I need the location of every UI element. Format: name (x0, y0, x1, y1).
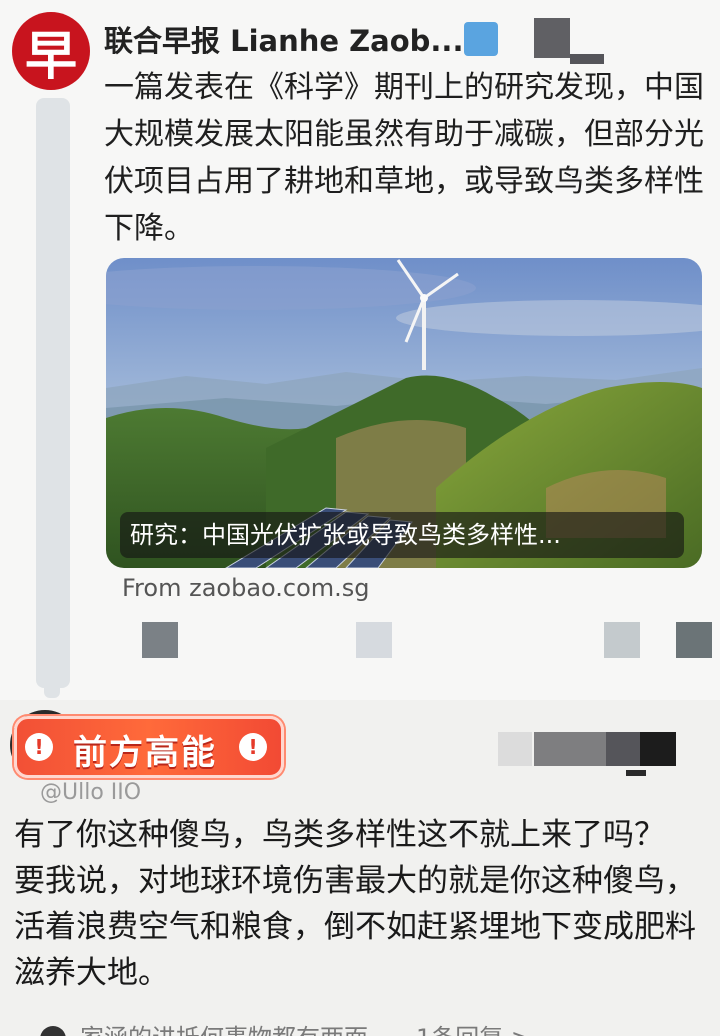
reply-footer[interactable]: 家涵的进抵何事物都有两面，__1条回复 > (40, 1018, 531, 1036)
like-icon[interactable] (604, 622, 640, 658)
author-name[interactable]: 联合早报 Lianhe Zaob... (104, 18, 463, 60)
verified-icon (464, 22, 498, 56)
highlight-badge: ! 前方高能 ! (14, 716, 284, 778)
reply-handle: @Ullo IIO (40, 780, 142, 805)
share-icon[interactable] (676, 622, 712, 658)
repost-icon[interactable] (356, 622, 392, 658)
redacted-block (606, 732, 640, 766)
reply-text: 有了你这种傻鸟，鸟类多样性这不就上来了吗？ 要我说，对地球环境伤害最大的就是你这… (14, 817, 696, 991)
footer-label: 家涵的进抵何事物都有两面，__1条回复 > (80, 1024, 531, 1036)
redacted-block (498, 732, 532, 766)
redacted-block (570, 54, 604, 64)
alert-icon: ! (239, 733, 267, 761)
card-source[interactable]: From zaobao.com.sg (122, 574, 370, 602)
redacted-block (626, 770, 646, 776)
post: 早 联合早报 Lianhe Zaob... 一篇发表在《科学》期刊上的研究发现，… (0, 0, 720, 700)
redacted-block (640, 732, 676, 766)
comment-icon (40, 1026, 66, 1036)
thread-line (36, 98, 70, 688)
card-caption: 研究：中国光伏扩张或导致鸟类多样性... (120, 512, 684, 558)
reply-icon[interactable] (142, 622, 178, 658)
redacted-block (534, 732, 606, 766)
link-card[interactable]: 研究：中国光伏扩张或导致鸟类多样性... (106, 258, 702, 568)
alert-icon: ! (25, 733, 53, 761)
thread-line-end (44, 686, 60, 698)
redacted-block (534, 18, 570, 58)
avatar[interactable]: 早 (12, 12, 90, 90)
badge-label: 前方高能 (73, 733, 217, 773)
post-text: 一篇发表在《科学》期刊上的研究发现，中国大规模发展太阳能虽然有助于减碳，但部分光… (104, 70, 704, 246)
